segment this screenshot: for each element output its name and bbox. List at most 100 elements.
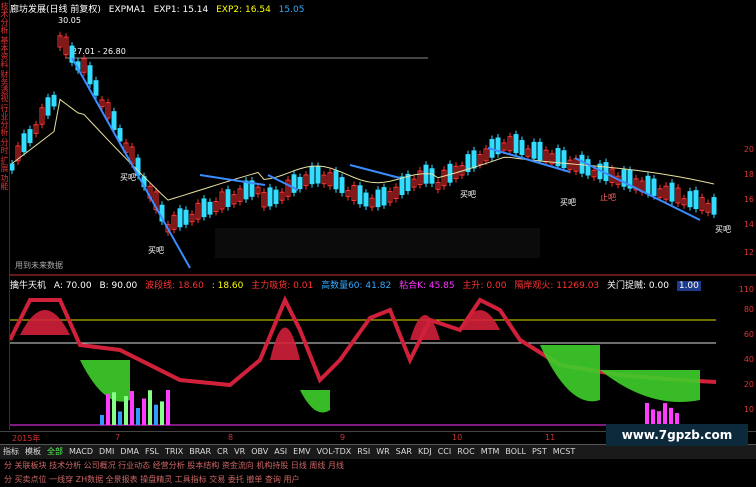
tab-wr[interactable]: WR: [373, 446, 392, 457]
candle-body: [711, 197, 717, 215]
histogram-bar: [118, 411, 122, 425]
signal-label: 止吧: [600, 192, 616, 202]
candle-body: [513, 134, 519, 154]
zhu-li-value: 主力吸货: 0.01: [251, 281, 314, 291]
histogram-bar: [657, 411, 661, 425]
indicator-green-area: [80, 360, 130, 402]
blank-region: [428, 0, 756, 112]
side-label[interactable]: 分时: [0, 138, 9, 154]
histogram-bar: [669, 407, 673, 425]
main-chart-panel[interactable]: 30.05 27.01 - 26.80 买吧 买吧 买吧 买吧 止吧 买吧 用到未来数据: [0, 0, 756, 426]
axis-tick: 12: [743, 248, 754, 257]
tab-obv[interactable]: OBV: [248, 446, 271, 457]
axis-tick: 18: [743, 170, 754, 179]
histogram-bar: [651, 409, 655, 425]
date-label: 7: [115, 433, 121, 442]
candle-body: [333, 170, 339, 190]
side-label[interactable]: 行业分析: [0, 104, 9, 136]
indicator-red-area: [410, 315, 440, 340]
guan-men-value: 关门捉贼: 0.00: [607, 281, 669, 291]
histogram-bar: [663, 403, 667, 425]
histogram-bar: [166, 390, 170, 425]
tab-boll[interactable]: BOLL: [502, 446, 529, 457]
tab-vr[interactable]: VR: [231, 446, 248, 457]
candle-body: [183, 209, 189, 225]
candle-body: [93, 80, 99, 96]
trend-line: [574, 157, 701, 221]
candle-body: [381, 187, 387, 206]
tab-brar[interactable]: BRAR: [186, 446, 214, 457]
indicator-name[interactable]: EXPMA1: [109, 5, 146, 15]
tab-cci[interactable]: CCI: [435, 446, 455, 457]
candle-body: [693, 190, 699, 210]
side-label[interactable]: 功能: [0, 174, 9, 190]
tab-macd[interactable]: MACD: [66, 446, 96, 457]
date-label: 9: [340, 433, 346, 442]
side-label[interactable]: 基本资料: [0, 36, 9, 68]
histogram-bar: [142, 398, 146, 425]
candle-body: [561, 150, 567, 169]
indicator-title[interactable]: 擒牛天机: [10, 281, 46, 291]
axis-tick: 16: [743, 195, 754, 204]
tab-mtm[interactable]: MTM: [478, 446, 503, 457]
tab-指标[interactable]: 指标: [0, 445, 22, 458]
candle-body: [585, 159, 591, 176]
watermark: www.7gpzb.com: [606, 424, 748, 446]
param-a: A: 70.00: [53, 281, 92, 291]
tab-rsi[interactable]: RSI: [354, 446, 373, 457]
candle-body: [225, 189, 231, 207]
tab-sar[interactable]: SAR: [393, 446, 415, 457]
histogram-bar: [148, 390, 152, 425]
histogram-bar: [100, 415, 104, 425]
signal-label: 买吧: [460, 190, 476, 199]
tab-模板[interactable]: 模板: [22, 445, 44, 458]
candle-body: [471, 150, 477, 169]
tab-dma[interactable]: DMA: [117, 446, 142, 457]
date-label: 10: [452, 433, 463, 442]
stock-title[interactable]: 廊坊发展(日线 前复权): [10, 5, 101, 15]
tab-dmi[interactable]: DMI: [96, 446, 117, 457]
candle-body: [273, 189, 279, 205]
tab-cr[interactable]: CR: [214, 446, 231, 457]
indicator-red-area: [460, 310, 500, 330]
side-label[interactable]: 技术分析: [0, 2, 9, 34]
price-axis: 20 18 16 14 12: [726, 0, 756, 275]
param-b: B: 90.00: [99, 281, 138, 291]
candle-body: [375, 189, 381, 208]
tab-fsl[interactable]: FSL: [142, 446, 162, 457]
tab-vol-tdx[interactable]: VOL-TDX: [314, 446, 355, 457]
candle-body: [87, 65, 93, 85]
tab-pst[interactable]: PST: [529, 446, 550, 457]
trend-line: [349, 164, 401, 179]
candle-body: [177, 208, 183, 228]
indicator-red-area: [270, 327, 300, 360]
tab-asi[interactable]: ASI: [271, 446, 290, 457]
histogram-bar: [130, 391, 134, 425]
candle-body: [111, 111, 117, 130]
tab-kdj[interactable]: KDJ: [415, 446, 435, 457]
exp2-value: EXP2: 16.54: [216, 5, 271, 15]
tab-trix[interactable]: TRIX: [162, 446, 186, 457]
tab-mcst[interactable]: MCST: [550, 446, 578, 457]
axis-tick: 40: [743, 355, 754, 364]
candle-body: [531, 141, 537, 159]
status-row[interactable]: 分 关联板块 技术分析 公司概况 行业动态 经营分析 股本结构 资金流向 机构持…: [0, 459, 756, 473]
histogram-bar: [645, 403, 649, 425]
tab-emv[interactable]: EMV: [290, 446, 313, 457]
status-row[interactable]: 分 买卖点位 一线穿 ZH数据 全景报表 操盘精灵 工具指标 交易 委托 撤单 …: [0, 473, 756, 487]
axis-tick: 10: [743, 405, 754, 414]
candle-body: [45, 97, 51, 116]
candle-body: [537, 141, 543, 161]
range-label: 27.01 - 26.80: [72, 47, 126, 56]
bo-duan-value: 波段线: 18.60: [145, 281, 204, 291]
tab-roc[interactable]: ROC: [454, 446, 477, 457]
chart-canvas[interactable]: 30.0527.01 - 26.80买吧买吧买吧买吧止吧买吧用到未来数据: [0, 0, 756, 430]
tab-全部[interactable]: 全部: [44, 445, 66, 458]
histogram-bar: [136, 408, 140, 425]
histogram-bar: [124, 396, 128, 425]
side-label[interactable]: 财务透视: [0, 70, 9, 102]
candle-body: [27, 129, 33, 144]
candle-body: [21, 133, 27, 153]
candle-body: [447, 163, 453, 183]
side-label[interactable]: 扩展: [0, 156, 9, 172]
